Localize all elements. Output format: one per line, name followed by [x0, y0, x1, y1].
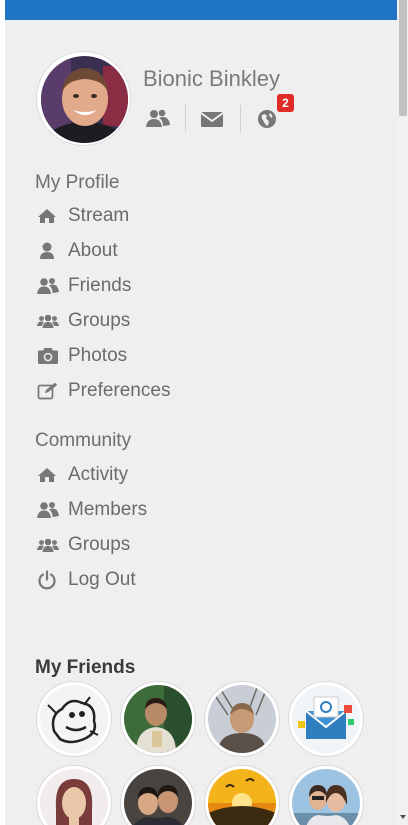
- edit-icon: [37, 381, 61, 401]
- menu-item-log-out[interactable]: Log Out: [37, 566, 136, 594]
- menu-item-label: Photos: [68, 345, 128, 366]
- friend-avatar[interactable]: [204, 681, 280, 757]
- menu-item-stream[interactable]: Stream: [37, 202, 129, 230]
- menu-item-about[interactable]: About: [37, 237, 118, 265]
- menu-item-groups[interactable]: Groups: [37, 307, 130, 335]
- menu-item-members[interactable]: Members: [37, 496, 147, 524]
- friend-avatar[interactable]: [120, 765, 196, 825]
- friend-avatar[interactable]: [288, 681, 364, 757]
- menu-item-label: Friends: [68, 275, 132, 296]
- menu-item-community-groups[interactable]: Groups: [37, 531, 130, 559]
- menu-item-label: Groups: [68, 534, 131, 555]
- menu-item-label: Log Out: [68, 569, 136, 590]
- user-name[interactable]: Bionic Binkley: [143, 66, 280, 92]
- menu-item-label: Groups: [68, 310, 131, 331]
- users-group-icon: [37, 535, 61, 555]
- community-heading: Community: [35, 430, 132, 451]
- menu-item-photos[interactable]: Photos: [37, 342, 127, 370]
- friend-avatar[interactable]: [204, 765, 280, 825]
- friend-avatar[interactable]: [120, 681, 196, 757]
- scroll-down-arrow[interactable]: [400, 815, 406, 819]
- menu-item-label: Activity: [68, 464, 129, 485]
- users-group-icon: [37, 311, 61, 331]
- home-icon: [37, 465, 61, 485]
- friends-icon: [37, 500, 61, 520]
- envelope-icon[interactable]: [199, 105, 225, 133]
- menu-item-label: Stream: [68, 205, 130, 226]
- quick-icons-separator: [185, 105, 186, 132]
- friends-icon[interactable]: [145, 105, 171, 133]
- home-icon: [37, 206, 61, 226]
- menu-item-friends[interactable]: Friends: [37, 272, 131, 300]
- friend-avatar[interactable]: [36, 765, 112, 825]
- top-header-bar: [5, 0, 397, 20]
- menu-item-preferences[interactable]: Preferences: [37, 377, 170, 405]
- profile-avatar[interactable]: [36, 51, 131, 146]
- menu-item-label: Members: [68, 499, 148, 520]
- friend-avatar[interactable]: [36, 681, 112, 757]
- camera-icon: [37, 346, 61, 366]
- scrollbar-track[interactable]: [397, 0, 408, 825]
- quick-icons-separator: [240, 105, 241, 132]
- scrollbar-thumb[interactable]: [399, 0, 407, 116]
- notification-badge[interactable]: 2: [277, 94, 294, 112]
- user-icon: [37, 241, 61, 261]
- power-icon: [37, 570, 61, 590]
- menu-item-label: About: [68, 240, 118, 261]
- my-profile-heading: My Profile: [35, 172, 120, 193]
- friend-avatar[interactable]: [288, 765, 364, 825]
- my-friends-heading: My Friends: [35, 657, 136, 678]
- menu-item-label: Preferences: [68, 380, 171, 401]
- menu-item-activity[interactable]: Activity: [37, 461, 128, 489]
- friends-icon: [37, 276, 61, 296]
